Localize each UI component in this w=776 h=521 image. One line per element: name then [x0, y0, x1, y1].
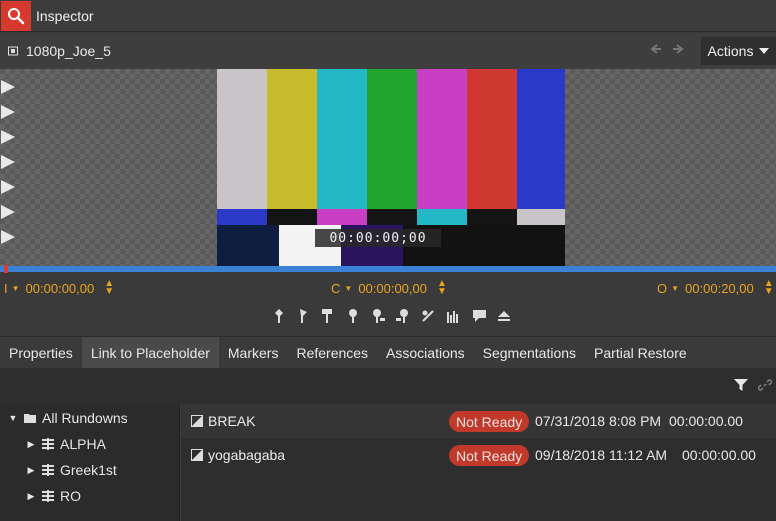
spinner-icon[interactable]: ▲ ▼ — [764, 279, 774, 297]
list-item[interactable]: BREAK Not Ready 07/31/2018 8:08 PM 00:00… — [181, 404, 776, 438]
tab-properties[interactable]: Properties — [0, 337, 82, 369]
actions-button[interactable]: Actions — [701, 37, 776, 65]
tree-item-greek1st[interactable]: ▶ Greek1st — [26, 462, 117, 478]
viewer-marker-arrows — [0, 79, 16, 245]
clear-marker-icon[interactable] — [421, 309, 435, 323]
chevron-right-icon[interactable]: ▶ — [26, 439, 36, 450]
chevron-down-icon[interactable]: ▼ — [8, 413, 18, 423]
tree-item-label: All Rundowns — [42, 410, 128, 426]
marker-toolbar — [0, 304, 776, 330]
marker-arrow-icon — [1, 105, 15, 119]
add-marker-icon[interactable] — [320, 309, 334, 323]
marker-arrow-icon — [1, 80, 15, 94]
current-time[interactable]: C ▼ 00:00:00,00 ▲ ▼ — [331, 279, 447, 297]
pin-marker-icon[interactable] — [346, 309, 360, 323]
video-viewer[interactable]: 00:00:00;00 — [0, 69, 776, 266]
tree-item-alpha[interactable]: ▶ ALPHA — [26, 436, 106, 452]
rundown-icon — [42, 490, 54, 502]
chevron-down-icon — [759, 48, 770, 54]
tab-references[interactable]: References — [287, 337, 377, 369]
spinner-icon[interactable]: ▲ ▼ — [104, 279, 114, 297]
rundown-icon — [42, 438, 54, 450]
previous-arrow-icon[interactable] — [650, 43, 662, 55]
tree-item-label: ALPHA — [60, 436, 106, 452]
chevron-right-icon[interactable]: ▶ — [26, 465, 36, 476]
filter-icon[interactable] — [734, 378, 748, 392]
audio-levels-icon[interactable] — [446, 309, 460, 323]
tree-item-ro[interactable]: ▶ RO — [26, 488, 81, 504]
chevron-down-icon[interactable]: ▼ — [671, 284, 679, 293]
status-badge: Not Ready — [449, 411, 530, 432]
tab-markers[interactable]: Markers — [219, 337, 288, 369]
tab-link-to-placeholder[interactable]: Link to Placeholder — [81, 337, 219, 369]
in-point[interactable]: I ▼ 00:00:00,00 ▲ ▼ — [4, 279, 114, 297]
chevron-down-icon[interactable]: ▼ — [12, 284, 20, 293]
placeholder-name: yogabagaba — [208, 447, 286, 463]
viewer-timecode: 00:00:00;00 — [315, 229, 441, 247]
marker-arrow-icon — [1, 230, 15, 244]
inspector-tabs: Properties Link to Placeholder Markers R… — [0, 336, 776, 369]
placeholder-date: 09/18/2018 11:12 AM — [535, 447, 668, 463]
placeholder-date: 07/31/2018 8:08 PM — [535, 413, 662, 429]
search-button[interactable] — [1, 0, 31, 31]
in-point-value: 00:00:00,00 — [25, 280, 95, 296]
list-item[interactable]: yogabagaba Not Ready 09/18/2018 11:12 AM… — [181, 438, 776, 472]
tab-associations[interactable]: Associations — [377, 337, 474, 369]
placeholder-duration: 00:00:00.00 — [669, 413, 743, 429]
folder-icon — [24, 414, 36, 423]
placeholder-list: BREAK Not Ready 07/31/2018 8:08 PM 00:00… — [181, 404, 776, 521]
out-point[interactable]: O ▼ 00:00:20,00 ▲ ▼ — [657, 279, 774, 297]
in-point-label: I — [4, 280, 8, 296]
clip-name: 1080p_Joe_5 — [26, 43, 111, 59]
tree-item-label: Greek1st — [60, 462, 117, 478]
chevron-down-icon[interactable]: ▼ — [344, 284, 352, 293]
spinner-icon[interactable]: ▲ ▼ — [437, 279, 447, 297]
marker-range-start-icon[interactable] — [372, 309, 386, 323]
tree-item-label: RO — [60, 488, 81, 504]
marker-arrow-icon — [1, 180, 15, 194]
timecode-row: I ▼ 00:00:00,00 ▲ ▼ C ▼ 00:00:00,00 ▲ ▼ O … — [0, 276, 776, 300]
status-badge: Not Ready — [449, 445, 530, 466]
actions-label: Actions — [707, 43, 754, 59]
clip-icon — [8, 46, 18, 56]
placeholder-icon — [191, 449, 203, 461]
marker-arrow-icon — [1, 155, 15, 169]
marker-arrow-icon — [1, 205, 15, 219]
rundown-tree: ▼ All Rundowns ▶ ALPHA ▶ Greek1st ▶ RO — [0, 404, 180, 521]
eject-icon[interactable] — [497, 309, 511, 323]
timeline-scrubber[interactable] — [0, 266, 776, 272]
current-time-label: C — [331, 280, 341, 296]
placeholder-icon — [191, 415, 203, 427]
placeholder-duration: 00:00:00.00 — [682, 447, 756, 463]
mark-in-icon[interactable] — [272, 309, 286, 323]
tab-partial-restore[interactable]: Partial Restore — [585, 337, 696, 369]
window-title: Inspector — [36, 7, 94, 24]
next-arrow-icon[interactable] — [672, 43, 684, 55]
placeholder-name: BREAK — [208, 413, 256, 429]
tree-item-all-rundowns[interactable]: ▼ All Rundowns — [8, 410, 128, 426]
chevron-right-icon[interactable]: ▶ — [26, 491, 36, 502]
rundown-icon — [42, 464, 54, 476]
inspector-titlebar: Inspector — [0, 0, 776, 32]
clip-header: 1080p_Joe_5 Actions — [0, 33, 776, 69]
filter-bar — [0, 368, 776, 404]
marker-range-end-icon[interactable] — [395, 309, 409, 323]
search-icon — [8, 7, 25, 24]
link-icon[interactable] — [758, 378, 772, 392]
tab-segmentations[interactable]: Segmentations — [474, 337, 585, 369]
playhead-handle[interactable] — [4, 265, 8, 273]
comment-marker-icon[interactable] — [472, 309, 486, 323]
out-point-label: O — [657, 280, 668, 296]
mark-out-icon[interactable] — [296, 309, 310, 323]
marker-arrow-icon — [1, 130, 15, 144]
out-point-value: 00:00:20,00 — [685, 280, 754, 296]
current-time-value: 00:00:00,00 — [358, 280, 427, 296]
